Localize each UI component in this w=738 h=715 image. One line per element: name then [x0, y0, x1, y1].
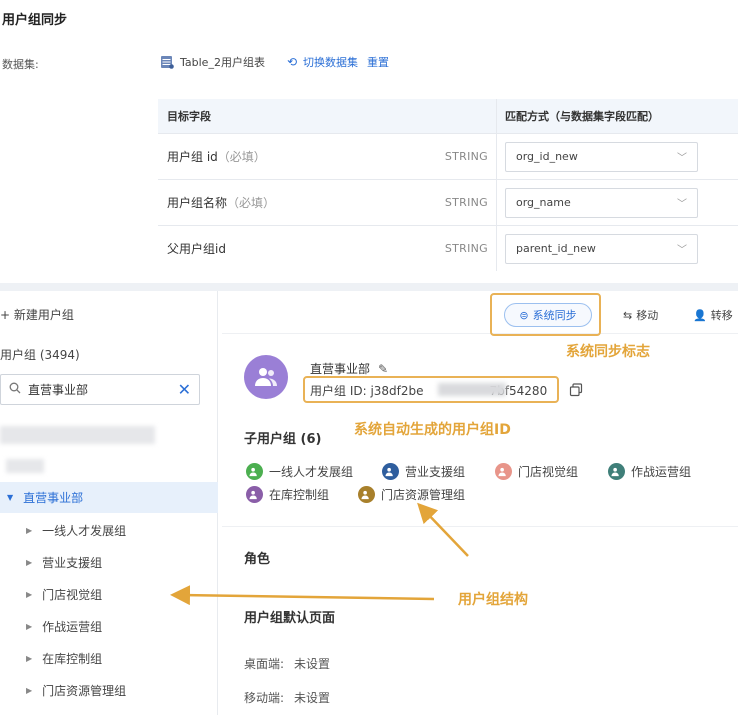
sync-icon: ⊜	[519, 308, 529, 322]
match-select[interactable]: org_id_new ﹀	[505, 141, 698, 172]
field-type: STRING	[444, 242, 488, 255]
arrow-to-subgroups	[417, 502, 469, 557]
caret-right-icon: ▶	[26, 622, 33, 631]
system-sync-button[interactable]: ⊜ 系统同步	[504, 303, 592, 327]
header-target-field: 目标字段	[167, 110, 211, 123]
group-avatar	[244, 355, 288, 399]
table-row: 用户组名称（必填） STRING org_name ﹀	[158, 179, 738, 225]
dataset-row: Table_2用户组表 ⟲ 切换数据集 重置	[160, 54, 389, 70]
caret-right-icon: ▶	[26, 526, 33, 535]
edit-icon[interactable]: ✎	[378, 362, 388, 376]
dataset-label: 数据集:	[2, 58, 39, 71]
caret-down-icon: ▼	[7, 493, 14, 502]
caret-right-icon: ▶	[26, 654, 33, 663]
section-divider	[0, 283, 738, 291]
group-search-input[interactable]: 直营事业部 ✕	[0, 374, 200, 405]
field-name: 用户组 id	[167, 150, 218, 164]
desktop-default-page: 桌面端: 未设置	[244, 657, 331, 671]
reset-link[interactable]: 重置	[367, 54, 389, 70]
tree-item[interactable]: ▶ 营业支援组	[26, 554, 102, 571]
users-icon	[246, 463, 263, 480]
users-icon	[382, 463, 399, 480]
field-mapping-table: 目标字段 匹配方式（与数据集字段匹配） 用户组 id（必填） STRING or…	[158, 99, 738, 271]
table-row: 用户组 id（必填） STRING org_id_new ﹀	[158, 133, 738, 179]
tree-item[interactable]: ▶ 门店资源管理组	[26, 682, 126, 699]
match-select[interactable]: parent_id_new ﹀	[505, 233, 698, 264]
redacted-item	[6, 459, 44, 473]
page-title: 用户组同步	[2, 13, 68, 28]
match-select[interactable]: org_name ﹀	[505, 187, 698, 218]
field-name: 用户组名称	[167, 196, 228, 210]
group-id: 用户组 ID: j38df2be 7bf54280	[310, 384, 548, 398]
group-name: 直营事业部 ✎	[310, 361, 389, 377]
field-name: 父用户组id	[167, 242, 226, 256]
subgroup-chip[interactable]: 门店资源管理组	[358, 486, 465, 503]
table-row: 父用户组id STRING parent_id_new ﹀	[158, 225, 738, 271]
default-page-title: 用户组默认页面	[244, 611, 336, 626]
tree-item[interactable]: ▶ 在库控制组	[26, 650, 102, 667]
users-icon	[358, 486, 375, 503]
move-button[interactable]: ⇆ 移动	[623, 307, 658, 323]
subgroup-chip[interactable]: 营业支援组	[382, 463, 465, 480]
required-hint: （必填）	[217, 150, 266, 164]
search-value: 直营事业部	[28, 383, 89, 397]
users-icon	[255, 368, 277, 386]
tree-item[interactable]: ▶ 一线人才发展组	[26, 522, 126, 539]
caret-right-icon: ▶	[26, 686, 33, 695]
new-group-button[interactable]: + 新建用户组	[0, 306, 74, 323]
dataset-name: Table_2用户组表	[180, 56, 265, 69]
role-title: 角色	[244, 552, 271, 567]
annotation-structure: 用户组结构	[458, 592, 528, 608]
subgroup-chip[interactable]: 一线人才发展组	[246, 463, 353, 480]
mobile-default-page: 移动端: 未设置	[244, 691, 331, 705]
header-match-method: 匹配方式（与数据集字段匹配）	[496, 99, 738, 133]
table-icon	[160, 55, 174, 69]
move-icon: ⇆	[623, 308, 633, 322]
switch-icon[interactable]: ⟲	[287, 55, 297, 69]
chevron-down-icon: ﹀	[677, 153, 687, 164]
caret-right-icon: ▶	[26, 558, 33, 567]
annotation-auto-id: 系统自动生成的用户组ID	[354, 422, 511, 438]
redacted-item	[0, 426, 155, 444]
users-icon	[495, 463, 512, 480]
arrow-to-tree	[170, 585, 435, 606]
subgroup-chip[interactable]: 作战运营组	[608, 463, 691, 480]
toolbar-divider	[222, 333, 738, 334]
clear-icon[interactable]: ✕	[178, 380, 191, 399]
caret-right-icon: ▶	[26, 590, 33, 599]
chevron-down-icon: ﹀	[677, 199, 687, 210]
search-icon	[9, 382, 21, 397]
field-type: STRING	[444, 196, 488, 209]
tree-item-selected[interactable]: ▼ 直营事业部	[0, 482, 218, 513]
required-hint: （必填）	[227, 196, 276, 210]
group-count: 用户组 (3494)	[0, 348, 80, 362]
redacted-id-part	[438, 383, 506, 396]
users-icon	[608, 463, 625, 480]
tree-item[interactable]: ▶ 作战运营组	[26, 618, 102, 635]
transfer-button[interactable]: 👤 转移	[693, 307, 733, 323]
subgroups-title: 子用户组 (6)	[244, 432, 322, 447]
tree-item[interactable]: ▶ 门店视觉组	[26, 586, 102, 603]
user-icon: 👤	[693, 308, 707, 322]
switch-dataset-link[interactable]: 切换数据集	[303, 54, 358, 70]
table-header: 目标字段 匹配方式（与数据集字段匹配）	[158, 99, 738, 133]
copy-icon[interactable]	[569, 383, 583, 400]
users-icon	[246, 486, 263, 503]
chevron-down-icon: ﹀	[677, 245, 687, 256]
annotation-sync-mark: 系统同步标志	[566, 344, 650, 360]
section-divider	[222, 526, 738, 527]
field-type: STRING	[444, 150, 488, 163]
subgroup-chip[interactable]: 门店视觉组	[495, 463, 578, 480]
subgroup-chip[interactable]: 在库控制组	[246, 486, 329, 503]
